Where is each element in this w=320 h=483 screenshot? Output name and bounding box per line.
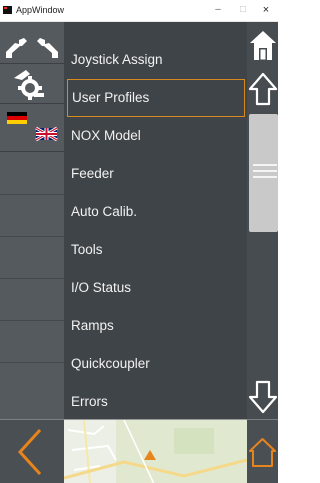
- home-outline-button[interactable]: [247, 419, 278, 483]
- menu-item-quickcoupler[interactable]: Quickcoupler: [64, 345, 247, 383]
- scroll-up-button[interactable]: [247, 69, 278, 109]
- home-button[interactable]: [247, 27, 278, 65]
- language-button[interactable]: [0, 104, 64, 152]
- menu-item-nox-model[interactable]: NOX Model: [64, 117, 247, 155]
- left-divider: [0, 278, 64, 279]
- window-titlebar: AppWindow – □ ×: [0, 0, 278, 22]
- menu-item-ramps[interactable]: Ramps: [64, 307, 247, 345]
- robot-arms-icon: [6, 38, 58, 58]
- machine-settings-button[interactable]: [0, 64, 64, 104]
- menu-item-feeder[interactable]: Feeder: [64, 155, 247, 193]
- scrollbar-thumb[interactable]: [249, 114, 278, 232]
- left-divider: [0, 320, 64, 321]
- close-button[interactable]: ×: [259, 3, 273, 17]
- arrow-down-icon: [248, 380, 277, 414]
- scroll-down-button[interactable]: [247, 377, 278, 417]
- settings-machine-icon: [14, 70, 44, 100]
- grip-line: [253, 170, 277, 172]
- back-button[interactable]: [0, 419, 64, 483]
- app-icon: [3, 6, 12, 14]
- left-divider: [0, 194, 64, 195]
- minimize-button[interactable]: –: [211, 3, 225, 17]
- grip-line: [253, 164, 277, 166]
- minimap[interactable]: [64, 419, 247, 483]
- maximize-button[interactable]: □: [236, 3, 250, 17]
- menu-item-auto-calib[interactable]: Auto Calib.: [64, 193, 247, 231]
- left-divider: [0, 236, 64, 237]
- menu-item-joystick-assign[interactable]: Joystick Assign: [64, 41, 247, 79]
- map-graphic: [64, 420, 247, 483]
- bottom-bar: [0, 419, 278, 483]
- language-flags-icon: [7, 112, 58, 142]
- settings-menu: Joystick Assign User Profiles NOX Model …: [64, 22, 247, 419]
- home-icon: [249, 31, 276, 60]
- menu-item-io-status[interactable]: I/O Status: [64, 269, 247, 307]
- left-toolbar: [0, 22, 64, 419]
- menu-item-user-profiles[interactable]: User Profiles: [67, 79, 245, 117]
- menu-item-tools[interactable]: Tools: [64, 231, 247, 269]
- home-outline-icon: [249, 438, 276, 467]
- window-title: AppWindow: [16, 5, 65, 15]
- menu-item-errors[interactable]: Errors: [64, 383, 247, 419]
- grip-line: [253, 176, 277, 178]
- right-scrollbar: [247, 22, 278, 419]
- arrow-up-icon: [248, 72, 277, 106]
- left-divider: [0, 362, 64, 363]
- arms-button[interactable]: [0, 22, 64, 64]
- chevron-left-icon: [17, 428, 42, 476]
